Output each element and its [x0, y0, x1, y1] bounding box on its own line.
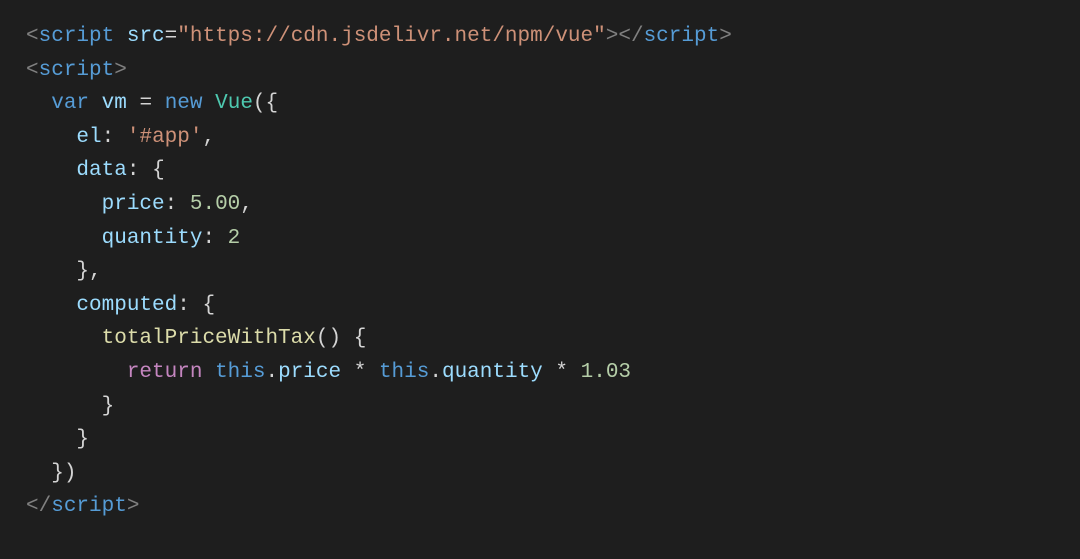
tag-name: script — [51, 495, 127, 518]
equals: = — [139, 92, 152, 115]
src-url: https://cdn.jsdelivr.net/npm/vue — [190, 25, 593, 48]
var-keyword: var — [51, 92, 89, 115]
code-line-6: price: 5.00, — [26, 193, 253, 216]
prop-quantity: quantity — [102, 227, 203, 250]
code-line-9: computed: { — [26, 294, 215, 317]
tag-open-close: </ — [26, 495, 51, 518]
prop-computed: computed — [76, 294, 177, 317]
code-line-14: }) — [26, 462, 76, 485]
code-line-5: data: { — [26, 159, 165, 182]
tag-name: script — [644, 25, 720, 48]
code-line-7: quantity: 2 — [26, 227, 240, 250]
number-quantity: 2 — [228, 227, 241, 250]
tag-name: script — [39, 25, 115, 48]
code-line-4: el: '#app', — [26, 126, 215, 149]
attr-name: src — [127, 25, 165, 48]
prop-price: price — [102, 193, 165, 216]
code-line-15: </script> — [26, 495, 139, 518]
return-keyword: return — [127, 361, 203, 384]
method-name: totalPriceWithTax — [102, 327, 316, 350]
tag-close: > — [114, 59, 127, 82]
code-line-2: <script> — [26, 59, 127, 82]
string-app: '#app' — [127, 126, 203, 149]
code-line-10: totalPriceWithTax() { — [26, 327, 366, 350]
tag-open: < — [26, 59, 39, 82]
tag-close: > — [606, 25, 619, 48]
tag-close: > — [719, 25, 732, 48]
tag-close: > — [127, 495, 140, 518]
prop-quantity: quantity — [442, 361, 543, 384]
number-price: 5.00 — [190, 193, 240, 216]
class-vue: Vue — [215, 92, 253, 115]
code-line-3: var vm = new Vue({ — [26, 92, 278, 115]
quote: " — [593, 25, 606, 48]
quote: " — [177, 25, 190, 48]
close-brace-paren: }) — [51, 462, 76, 485]
this-keyword: this — [379, 361, 429, 384]
tag-open: < — [26, 25, 39, 48]
code-line-12: } — [26, 395, 114, 418]
new-keyword: new — [165, 92, 203, 115]
code-block: <script src="https://cdn.jsdelivr.net/np… — [26, 20, 1054, 524]
prop-price: price — [278, 361, 341, 384]
equals: = — [165, 25, 178, 48]
code-line-8: }, — [26, 260, 102, 283]
open-paren-brace: ({ — [253, 92, 278, 115]
code-line-11: return this.price * this.quantity * 1.03 — [26, 361, 631, 384]
code-line-13: } — [26, 428, 89, 451]
number-tax: 1.03 — [581, 361, 631, 384]
prop-data: data — [76, 159, 126, 182]
tag-open-close: </ — [618, 25, 643, 48]
code-line-1: <script src="https://cdn.jsdelivr.net/np… — [26, 25, 732, 48]
this-keyword: this — [215, 361, 265, 384]
prop-el: el — [76, 126, 101, 149]
var-name: vm — [102, 92, 127, 115]
tag-name: script — [39, 59, 115, 82]
